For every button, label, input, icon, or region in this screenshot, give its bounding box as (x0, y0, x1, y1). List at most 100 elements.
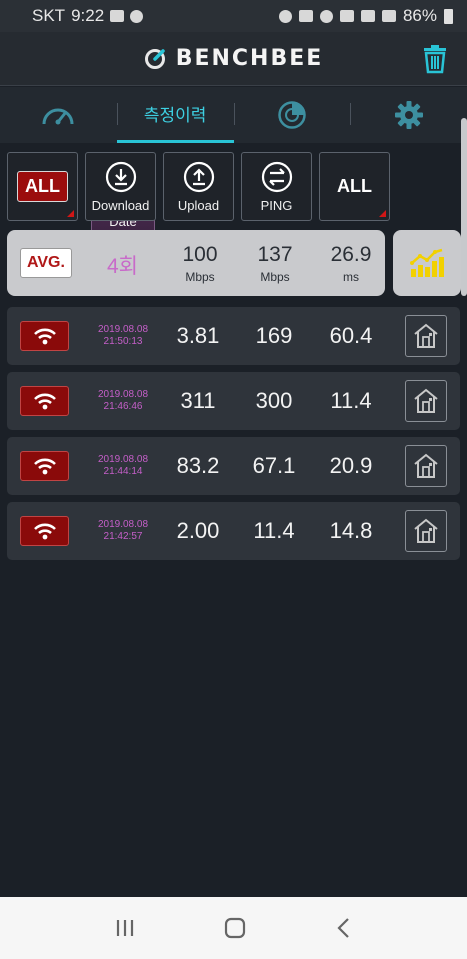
record-date: 2019.08.08 (97, 324, 149, 335)
dropdown-corner-icon (379, 210, 386, 217)
wifi-status-icon (360, 10, 375, 22)
recent-apps-icon[interactable] (113, 917, 137, 939)
battery-label: 86% (402, 6, 437, 25)
wifi-icon (33, 523, 56, 540)
place-button[interactable] (405, 380, 447, 422)
record-ping: 20.9 (329, 453, 373, 478)
avg-ping: 26.9 ms (321, 243, 381, 284)
status-bar: SKT 9:22 86% (0, 0, 467, 32)
benchbee-logo-icon (144, 48, 165, 69)
tab-settings[interactable] (350, 87, 467, 143)
back-icon[interactable] (334, 916, 354, 940)
graph-button[interactable] (393, 230, 461, 296)
place-button[interactable] (405, 315, 447, 357)
avg-count: 4회 (107, 255, 138, 278)
upload-icon (183, 161, 214, 192)
tab-coverage[interactable] (233, 87, 351, 143)
ping-exchange-icon (261, 161, 292, 192)
record-download: 2.00 (176, 518, 220, 543)
record-upload: 300 (255, 388, 293, 413)
download-icon (105, 161, 136, 192)
wifi-icon (33, 328, 56, 345)
wifi-type-badge (20, 451, 69, 481)
sort-download-label: Download (91, 197, 150, 213)
avg-upload-unit: Mbps (260, 270, 290, 284)
mute-icon (298, 10, 313, 22)
record-ping: 14.8 (329, 518, 373, 543)
tab-history[interactable]: 측정이력 (116, 87, 234, 143)
record-datetime: 2019.08.08 21:46:46 (91, 389, 155, 413)
time-label: 9:22 (71, 6, 105, 25)
app-name: BENCHBEE (175, 46, 324, 71)
message-icon (110, 10, 125, 22)
building-icon (414, 518, 438, 543)
signal-icon (381, 10, 396, 22)
radar-icon (278, 101, 306, 129)
record-upload: 169 (255, 323, 293, 348)
building-icon (414, 388, 438, 413)
record-time: 21:50:13 (103, 336, 143, 347)
record-upload: 67.1 (252, 453, 296, 478)
network-filter-label: ALL (17, 171, 68, 202)
avg-upload: 137 Mbps (245, 243, 305, 284)
talk-icon (130, 9, 144, 23)
history-row[interactable]: 2019.08.08 21:46:46 311 300 11.4 (7, 372, 460, 430)
dropdown-corner-icon (67, 210, 74, 217)
record-time: 21:46:46 (103, 401, 143, 412)
avg-download-unit: Mbps (185, 270, 215, 284)
record-datetime: 2019.08.08 21:50:13 (91, 324, 155, 348)
wifi-type-badge (20, 386, 69, 416)
sort-ping-button[interactable]: PING (241, 152, 312, 221)
history-row[interactable]: 2019.08.08 21:44:14 83.2 67.1 20.9 (7, 437, 460, 495)
avg-ping-unit: ms (343, 270, 359, 284)
avg-download-value: 100 (182, 243, 218, 266)
sort-upload-button[interactable]: Upload (163, 152, 234, 221)
network-filter-button[interactable]: ALL (7, 152, 78, 221)
app-header: BENCHBEE (0, 32, 467, 86)
avg-ping-value: 26.9 (330, 243, 372, 266)
avg-upload-value: 137 (257, 243, 293, 266)
carrier-label: SKT (32, 6, 66, 25)
place-button[interactable] (405, 510, 447, 552)
alarm-icon (278, 9, 292, 23)
type-filter-button[interactable]: ALL (319, 152, 390, 221)
system-nav-bar (0, 897, 467, 959)
record-date: 2019.08.08 (97, 454, 149, 465)
record-download: 3.81 (176, 323, 220, 348)
tab-history-label: 측정이력 (143, 106, 207, 125)
history-row[interactable]: 2019.08.08 21:42:57 2.00 11.4 14.8 (7, 502, 460, 560)
history-row[interactable]: 2019.08.08 21:50:13 3.81 169 60.4 (7, 307, 460, 365)
tab-speed[interactable] (0, 87, 117, 143)
speedometer-icon (42, 108, 74, 125)
record-upload: 11.4 (253, 518, 295, 543)
home-icon[interactable] (223, 916, 247, 940)
wifi-icon (33, 393, 56, 410)
record-download: 311 (180, 388, 216, 413)
record-download: 83.2 (176, 453, 220, 478)
record-date: 2019.08.08 (97, 389, 149, 400)
sort-download-button[interactable]: Download (85, 152, 156, 221)
bar-graph-icon (410, 248, 444, 277)
place-button[interactable] (405, 445, 447, 487)
sort-ping-label: PING (260, 197, 293, 213)
wifi-type-badge (20, 516, 69, 546)
wifi-type-badge (20, 321, 69, 351)
wifi-icon (33, 458, 56, 475)
location-icon (319, 9, 333, 23)
record-datetime: 2019.08.08 21:44:14 (91, 454, 155, 478)
filter-bar: ALL Date Download Upload PING ALL (7, 152, 462, 238)
trash-icon[interactable] (421, 44, 449, 74)
building-icon (414, 323, 438, 348)
record-time: 21:42:57 (103, 531, 143, 542)
app-logo: BENCHBEE (144, 46, 324, 71)
sort-upload-label: Upload (177, 197, 220, 213)
record-datetime: 2019.08.08 21:42:57 (91, 519, 155, 543)
record-date: 2019.08.08 (97, 519, 149, 530)
record-time: 21:44:14 (103, 466, 143, 477)
avg-badge: AVG. (20, 248, 72, 278)
average-summary: AVG. 4회 100 Mbps 137 Mbps 26.9 ms (7, 230, 385, 296)
main-tabs: 측정이력 (0, 87, 467, 143)
battery-icon (444, 8, 453, 24)
building-icon (414, 453, 438, 478)
record-ping: 60.4 (329, 323, 373, 348)
